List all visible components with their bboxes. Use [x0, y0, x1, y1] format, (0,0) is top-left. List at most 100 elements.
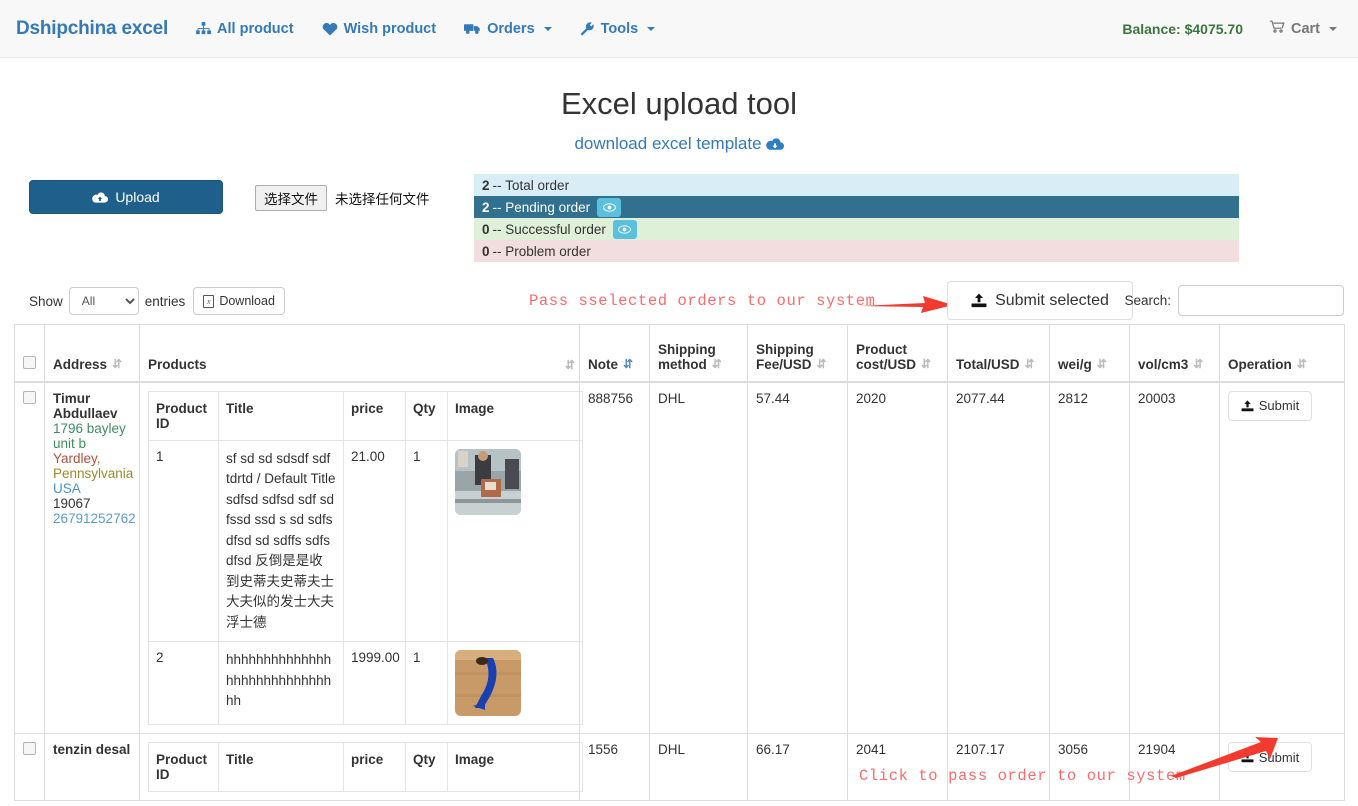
status-bar-successful: 0 -- Successful order [474, 218, 1239, 240]
header-total[interactable]: Total/USD ⇵ [947, 324, 1050, 383]
subheader-image: Image [447, 742, 583, 793]
sort-icon: ⇵ [816, 356, 827, 371]
header-operation[interactable]: Operation ⇵ [1219, 324, 1345, 383]
subheader-qty: Qty [405, 390, 448, 441]
row-checkbox[interactable] [23, 742, 36, 756]
address-zip: 19067 [53, 495, 91, 511]
cloud-download-icon [765, 138, 784, 150]
upload-button[interactable]: Upload [29, 180, 223, 214]
download-excel-template-link[interactable]: download excel template [574, 134, 784, 153]
header-address[interactable]: Address ⇵ [44, 324, 140, 383]
header-volume[interactable]: vol/cm3 ⇵ [1129, 324, 1220, 383]
status-sep: -- [492, 243, 502, 259]
download-button-label: Download [219, 294, 275, 308]
product-title[interactable]: sf sd sd sdsdf sdf tdrtd / Default Title… [218, 439, 344, 643]
nav-item-label: Wish product [343, 20, 437, 37]
orders-table-body: Timur Abdullaev 1796 bayley unit b Yardl… [14, 380, 1345, 802]
sort-icon: ⇵ [1024, 356, 1035, 371]
header-label: Address [53, 356, 108, 372]
shipping-method-cell: DHL [649, 380, 748, 735]
select-all-checkbox[interactable] [23, 355, 36, 369]
upload-icon [1241, 751, 1254, 763]
products-subtable: Product ID Title price Qty Image [148, 742, 583, 793]
orders-table: Address ⇵ Products ⇵ Note ⇵ Shipping method… [14, 324, 1345, 802]
products-subtable-header-row: Product ID Title price Qty Image [148, 742, 583, 793]
nav-item-orders[interactable]: Orders [450, 21, 566, 37]
subheader-product-id: Product ID [148, 742, 219, 793]
cloud-upload-icon [92, 191, 109, 203]
note-cell: 888756 [579, 380, 650, 735]
row-checkbox[interactable] [23, 390, 36, 404]
products-cell: Product ID Title price Qty Image [139, 733, 583, 802]
download-template-label: download excel template [574, 134, 762, 153]
nav-item-wish-product[interactable]: Wish product [308, 21, 451, 37]
wrench-icon [580, 21, 595, 36]
download-template-wrap: download excel template [14, 134, 1344, 154]
brand-logo[interactable]: Dshipchina excel [12, 18, 182, 40]
header-weight[interactable]: wei/g ⇵ [1049, 324, 1130, 383]
search-input[interactable] [1178, 285, 1344, 316]
product-title[interactable]: hhhhhhhhhhhhhhhhhhhhhhhhhhhhhh [218, 641, 344, 726]
header-product-cost[interactable]: Product cost/USD ⇵ [847, 324, 948, 383]
row-select-cell [14, 733, 45, 802]
header-label: Operation [1228, 356, 1292, 372]
show-label: Show [29, 293, 63, 309]
nav-item-tools[interactable]: Tools [566, 21, 670, 37]
submit-selected-button[interactable]: Submit selected [947, 281, 1133, 320]
truck-icon [464, 22, 481, 35]
weight-cell: 2812 [1049, 380, 1130, 735]
sort-icon: ⇵ [112, 356, 122, 371]
row-submit-button[interactable]: Submit [1228, 390, 1312, 421]
select-all-header [14, 324, 45, 383]
orders-table-head: Address ⇵ Products ⇵ Note ⇵ Shipping method… [14, 324, 1345, 383]
status-label: Successful order [505, 221, 606, 237]
header-label: wei/g [1058, 356, 1092, 372]
table-row: Timur Abdullaev 1796 bayley unit b Yardl… [14, 380, 1345, 735]
header-note[interactable]: Note ⇵ [579, 324, 650, 383]
choose-file-button[interactable]: 选择文件 [255, 185, 327, 211]
row-submit-button[interactable]: Submit [1228, 742, 1312, 773]
search-group: Search: [1124, 285, 1344, 316]
status-bar-pending: 2 -- Pending order [474, 196, 1239, 218]
view-pending-eye-icon[interactable] [597, 197, 622, 217]
status-bars: 2 -- Total order 2 -- Pending order 0 --… [474, 174, 1239, 262]
blue-hook-photo-thumbnail[interactable] [455, 650, 521, 717]
row-submit-label: Submit [1258, 398, 1300, 413]
download-button[interactable]: x Download [193, 287, 285, 315]
status-count: 2 [482, 199, 490, 215]
subheader-image: Image [447, 390, 583, 441]
sort-icon: ⇵ [564, 357, 575, 372]
subheader-qty: Qty [405, 742, 448, 793]
product-id: 2 [148, 641, 219, 726]
header-products[interactable]: Products ⇵ [139, 324, 580, 383]
shipping-fee-cell: 66.17 [747, 733, 848, 802]
status-bar-problem: 0 -- Problem order [474, 240, 1239, 262]
product-image-cell [447, 641, 583, 726]
header-label: Product cost/USD [856, 341, 917, 372]
warehouse-photo-thumbnail[interactable] [455, 448, 521, 515]
nav-item-all-product[interactable]: All product [182, 21, 308, 37]
sort-icon: ⇵ [921, 356, 931, 371]
subheader-title: Title [218, 390, 344, 441]
products-cell: Product ID Title price Qty Image 1 sf sd… [139, 380, 583, 735]
submit-selected-label: Submit selected [995, 291, 1109, 309]
upload-row: Upload 选择文件 未选择任何文件 2 -- Total order 2 -… [14, 174, 1344, 272]
products-subtable-body: 1 sf sd sd sdsdf sdf tdrtd / Default Tit… [148, 439, 583, 726]
page-length-select[interactable]: All [68, 287, 139, 315]
sort-icon: ⇵ [1193, 356, 1203, 371]
status-count: 0 [482, 221, 490, 237]
table-controls: Show All entries x Download Pass sselect… [14, 278, 1344, 324]
header-shipping-fee[interactable]: Shipping Fee/USD ⇵ [747, 324, 848, 383]
note-cell: 1556 [579, 733, 650, 802]
products-subtable-head: Product ID Title price Qty Image [148, 390, 583, 441]
nav-links: All product Wish product Orders Tools [182, 21, 669, 37]
view-successful-eye-icon[interactable] [612, 219, 637, 239]
status-sep: -- [492, 177, 502, 193]
header-shipping-method[interactable]: Shipping method ⇵ [649, 324, 748, 383]
status-label: Pending order [505, 199, 591, 215]
file-input-group[interactable]: 选择文件 未选择任何文件 [255, 185, 430, 211]
nav-item-cart[interactable]: Cart [1259, 20, 1343, 37]
chevron-down-icon [1329, 26, 1337, 31]
status-count: 0 [482, 243, 490, 259]
header-label: vol/cm3 [1138, 356, 1189, 372]
